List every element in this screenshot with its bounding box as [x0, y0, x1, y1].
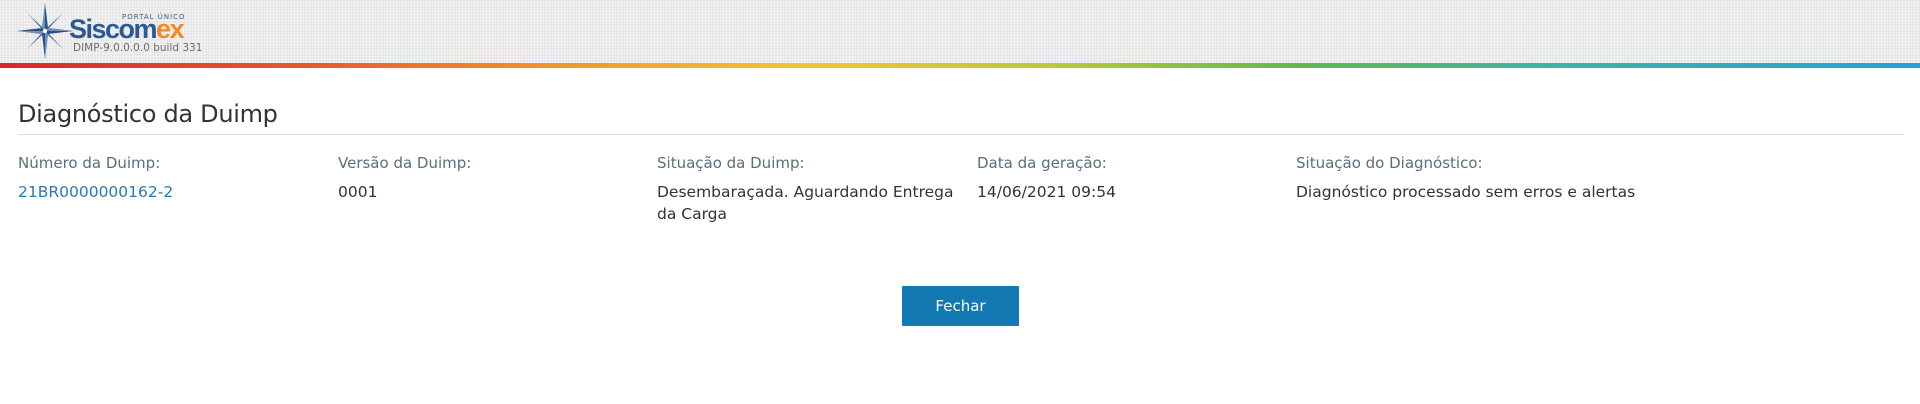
- field-value: 0001: [338, 183, 378, 201]
- field-label: Versão da Duimp:: [338, 154, 472, 172]
- field-data-geracao: Data da geração: 14/06/2021 09:54: [977, 153, 1277, 203]
- brand-name: Siscomex: [69, 14, 185, 44]
- field-numero-duimp: Número da Duimp: 21BR0000000162-2: [18, 153, 318, 203]
- brand-name-part1: Siscom: [69, 14, 158, 44]
- field-value: Diagnóstico processado sem erros e alert…: [1296, 183, 1636, 201]
- brand-name-part2: ex: [156, 14, 185, 44]
- compass-star-icon: [17, 3, 73, 59]
- siscomex-logo[interactable]: PORTAL ÚNICO Siscomex DIMP-9.0.0.0.0 bui…: [16, 2, 216, 60]
- field-label: Número da Duimp:: [18, 154, 161, 172]
- field-label: Situação do Diagnóstico:: [1296, 154, 1483, 172]
- field-label: Data da geração:: [977, 154, 1107, 172]
- field-label: Situação da Duimp:: [657, 154, 805, 172]
- field-situacao-duimp: Situação da Duimp: Desembaraçada. Aguard…: [657, 153, 957, 225]
- page-title: Diagnóstico da Duimp: [18, 100, 278, 128]
- duimp-number-link[interactable]: 21BR0000000162-2: [18, 181, 318, 203]
- top-header: PORTAL ÚNICO Siscomex DIMP-9.0.0.0.0 bui…: [0, 0, 1920, 63]
- field-value: Desembaraçada. Aguardando Entrega da Car…: [657, 183, 954, 223]
- title-divider: [18, 134, 1904, 135]
- field-versao-duimp: Versão da Duimp: 0001: [338, 153, 638, 203]
- field-value: 14/06/2021 09:54: [977, 183, 1116, 201]
- header-color-strip: [0, 63, 1920, 68]
- close-button[interactable]: Fechar: [902, 286, 1019, 326]
- field-situacao-diagnostico: Situação do Diagnóstico: Diagnóstico pro…: [1296, 153, 1746, 203]
- version-label: DIMP-9.0.0.0.0 build 331: [73, 42, 203, 54]
